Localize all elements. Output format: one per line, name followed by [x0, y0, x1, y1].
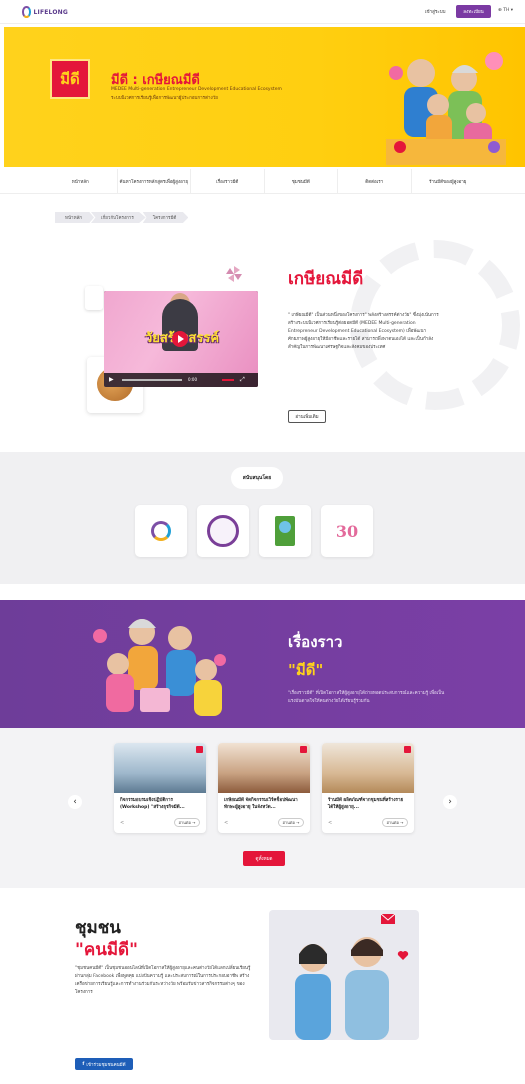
video-progress-bar[interactable] [122, 379, 182, 381]
stories-description: "เรื่องราวมีดี" ที่เปิดโอกาสให้ผู้สูงอาย… [288, 691, 445, 704]
story-card[interactable]: กิจกรรมอบรมเชิงปฏิบัติการ (Workshop) "สร… [114, 743, 206, 833]
hero-subtitle-th: ระบบนิเวศการเรียนรู้เพื่อการพัฒนาผู้ประก… [111, 96, 218, 101]
story-title: เกษียณมีดี จัดกิจกรรมเวิร์คช็อปพัฒนาทักษ… [224, 798, 298, 810]
story-image [114, 743, 206, 793]
share-icon[interactable]: < [224, 820, 228, 826]
language-select[interactable]: ⊕ TH ▾ [498, 8, 513, 13]
medee-logo-text: มีดี [60, 70, 80, 88]
video-time: 0:00 [188, 377, 197, 382]
language-label: TH [503, 8, 510, 13]
logo-ring-icon [22, 6, 32, 18]
story-read-more-button[interactable]: อ่านต่อ → [278, 818, 304, 827]
university-seal-icon [207, 515, 239, 547]
story-card[interactable]: ร้านมีดี ผลิตภัณฑ์จากชุมชนที่สร้างรายได้… [322, 743, 414, 833]
community-person-1 [295, 944, 331, 1040]
video-player[interactable]: วัยสร้างสรรค์ ▶ 0:00 ⤢ [104, 291, 258, 387]
community-photo [269, 910, 419, 1040]
about-title: เกษียณมีดี [288, 269, 364, 289]
fullscreen-icon[interactable]: ⤢ [240, 376, 245, 384]
register-button[interactable]: ลงทะเบียน [456, 5, 491, 18]
decorative-leaf-card [85, 286, 103, 310]
pinwheel-icon [226, 266, 242, 282]
top-bar [0, 0, 525, 24]
hero-subtitle-en: MEDEE Multi-generation Entrepreneur Deve… [111, 87, 282, 92]
story-badge-icon [300, 746, 307, 753]
read-more-button[interactable]: อ่านเพิ่มเติม [288, 410, 326, 423]
play-icon[interactable] [172, 331, 188, 347]
story-title: กิจกรรมอบรมเชิงปฏิบัติการ (Workshop) "สร… [120, 798, 185, 810]
nav-item-stories[interactable]: เรื่องราวมีดี [191, 169, 265, 193]
story-image [218, 743, 310, 793]
story-badge-icon [196, 746, 203, 753]
story-title: ร้านมีดี ผลิตภัณฑ์จากชุมชนที่สร้างรายได้… [328, 798, 404, 810]
community-person-2 [345, 937, 389, 1040]
logo-text: LIFELONG [33, 8, 68, 16]
story-image [322, 743, 414, 793]
community-title-highlight: "คนมีดี" [75, 940, 138, 960]
nav-item-contact[interactable]: ติดต่อเรา [338, 169, 412, 193]
nav-item-search-courses[interactable]: ค้นหาโครงการหลักสูตรเพื่อผู้สูงอายุ [118, 169, 191, 193]
arrow-right-icon: → [190, 820, 196, 825]
heart-icon [397, 951, 409, 960]
story-read-more-button[interactable]: อ่านต่อ → [382, 818, 408, 827]
thirty-years-icon: 30 [335, 521, 359, 541]
story-badge-icon [404, 746, 411, 753]
breadcrumb: หน้าหลัก เกี่ยวกับโครงการ โครงการมีดี [55, 212, 189, 223]
video-controls: ▶ 0:00 ⤢ [104, 373, 258, 387]
facebook-icon: f [82, 1061, 85, 1067]
story-read-more-button[interactable]: อ่านต่อ → [174, 818, 200, 827]
nav-divider [0, 193, 525, 194]
lifelong-ring-icon [151, 521, 171, 541]
about-section [0, 230, 525, 455]
volume-slider[interactable] [222, 379, 234, 381]
medee-logo: มีดี [50, 59, 90, 99]
carousel-prev-button[interactable]: ‹ [68, 795, 82, 809]
arrow-right-icon: → [294, 820, 300, 825]
breadcrumb-item-current: โครงการมีดี [142, 212, 189, 223]
share-icon[interactable]: < [328, 820, 332, 826]
view-all-button[interactable]: ดูทั้งหมด [243, 851, 285, 866]
nav-item-home[interactable]: หน้าหลัก [44, 169, 118, 193]
play-small-icon[interactable]: ▶ [109, 376, 114, 383]
stories-title-highlight: "มีดี" [288, 661, 324, 679]
breadcrumb-item-about[interactable]: เกี่ยวกับโครงการ [91, 212, 146, 223]
join-community-label: เข้าร่วมชุมชนคนมีดี [86, 1062, 126, 1068]
supporter-green-badge[interactable] [259, 505, 311, 557]
nav-item-community[interactable]: ชุมชนมีดี [265, 169, 338, 193]
breadcrumb-item-home[interactable]: หน้าหลัก [55, 212, 95, 223]
carousel-next-button[interactable]: › [443, 795, 457, 809]
stories-title: เรื่องราว [288, 633, 343, 651]
supporters-label: สนับสนุนโดย [231, 467, 283, 489]
story-card[interactable]: เกษียณมีดี จัดกิจกรรมเวิร์คช็อปพัฒนาทักษ… [218, 743, 310, 833]
story-read-more-label: อ่านต่อ [178, 820, 191, 825]
story-read-more-label: อ่านต่อ [282, 820, 295, 825]
nav-item-shop[interactable]: ร้านมีดีของผู้สูงอายุ [412, 169, 485, 193]
lifelong-logo[interactable]: LIFELONG [22, 5, 68, 19]
arrow-right-icon: → [398, 820, 404, 825]
mail-icon [381, 914, 395, 924]
stories-group-image [93, 619, 226, 716]
community-description: "ชุมชนคนมีดี" เป็นชุมชนออนไลน์ที่เปิดโอก… [75, 966, 251, 995]
green-badge-icon [275, 516, 295, 546]
chevron-down-icon: ▾ [510, 8, 514, 13]
main-nav: หน้าหลัก ค้นหาโครงการหลักสูตรเพื่อผู้สูง… [44, 169, 484, 193]
login-link[interactable]: เข้าสู่ระบบ [425, 8, 445, 15]
supporter-university-seal[interactable] [197, 505, 249, 557]
hero-banner: มีดี มีดี : เกษียณมีดี MEDEE Multi-gener… [4, 27, 525, 167]
story-read-more-label: อ่านต่อ [386, 820, 399, 825]
supporter-thirty-years-logo[interactable]: 30 [321, 505, 373, 557]
about-description: " เกษียณมีดี" เป็นส่วนหนึ่งของโครงการ" พ… [288, 313, 439, 351]
supporter-lifelong-logo[interactable] [135, 505, 187, 557]
join-community-button[interactable]: f เข้าร่วมชุมชนคนมีดี [75, 1058, 133, 1070]
share-icon[interactable]: < [120, 820, 124, 826]
hero-elderly-group-image [386, 52, 506, 165]
globe-icon: ⊕ [498, 8, 502, 13]
